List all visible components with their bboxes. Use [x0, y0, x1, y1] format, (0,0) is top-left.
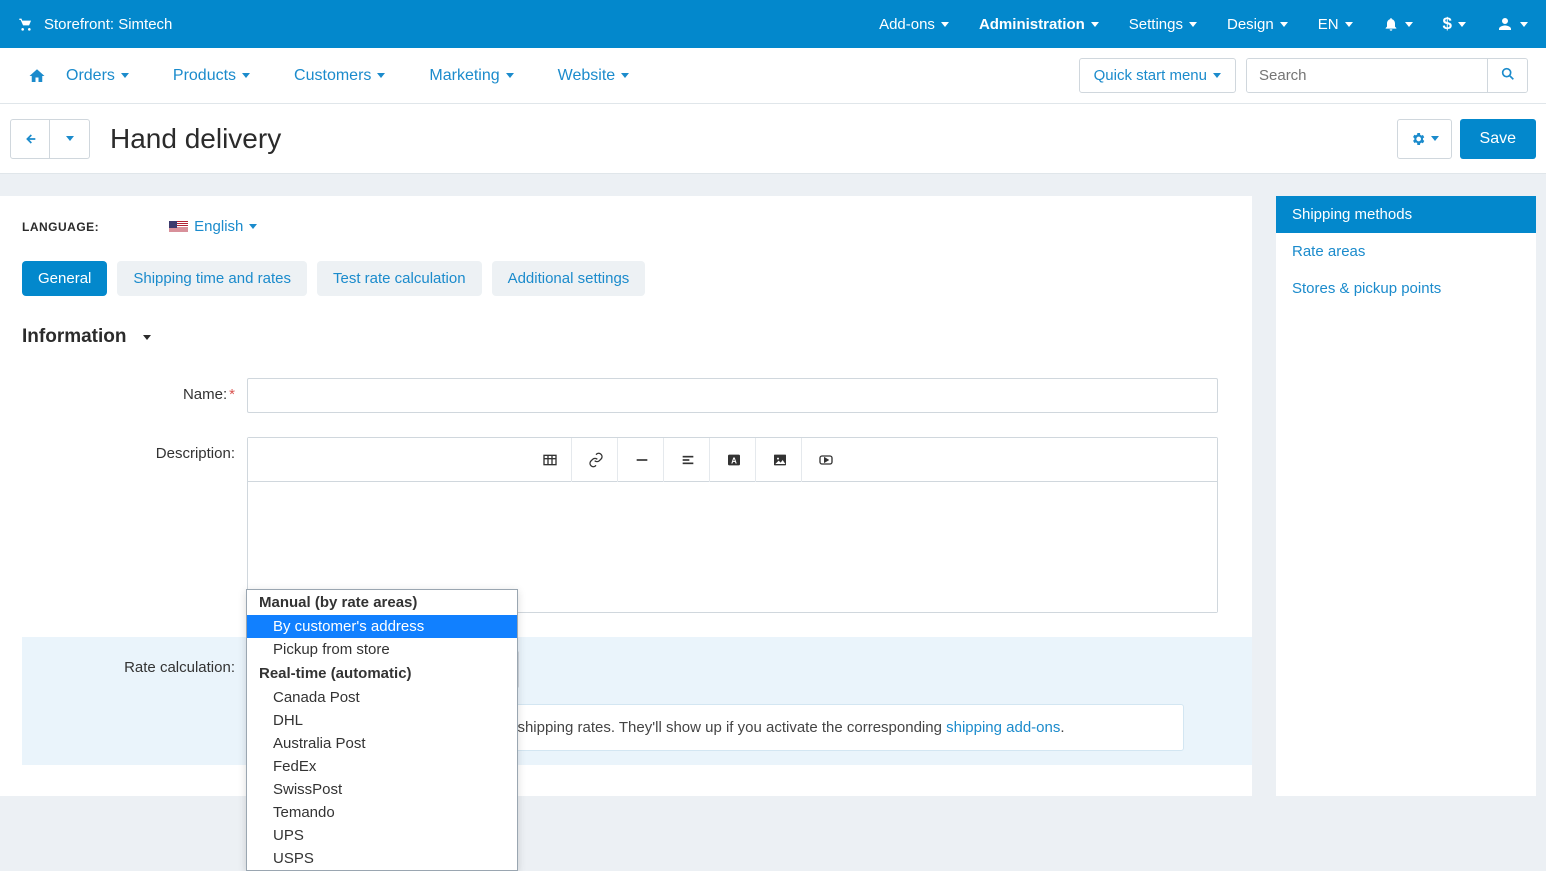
caret-down-icon [1189, 22, 1197, 27]
rate-calc-dropdown: Manual (by rate areas)By customer's addr… [246, 589, 518, 871]
name-input[interactable] [247, 378, 1218, 413]
menu-design[interactable]: Design [1227, 16, 1288, 33]
menu-settings[interactable]: Settings [1129, 16, 1197, 33]
title-bar: Hand delivery Save [0, 104, 1546, 174]
us-flag-icon [169, 221, 188, 233]
dropdown-option[interactable]: DHL [247, 709, 517, 732]
top-bar: Storefront: Simtech Add-ons Administrati… [0, 0, 1546, 48]
dropdown-option[interactable]: Canada Post [247, 686, 517, 709]
cart-icon [18, 16, 34, 32]
dropdown-option[interactable]: UPS [247, 824, 517, 847]
storefront-label[interactable]: Storefront: Simtech [44, 16, 172, 33]
tab-shipping-rates[interactable]: Shipping time and rates [117, 261, 307, 296]
caret-down-icon [66, 136, 74, 141]
sidebar-item[interactable]: Stores & pickup points [1276, 270, 1536, 307]
nav-website[interactable]: Website [548, 67, 640, 85]
align-icon[interactable] [666, 438, 710, 482]
dropdown-option[interactable]: Temando [247, 801, 517, 824]
menu-addons[interactable]: Add-ons [879, 16, 949, 33]
caret-down-icon [377, 73, 385, 78]
content-panel: LANGUAGE: English General Shipping time … [0, 196, 1252, 796]
nav-products[interactable]: Products [163, 67, 260, 85]
caret-down-icon [1091, 22, 1099, 27]
caret-down-icon [621, 73, 629, 78]
caret-down-icon [1213, 73, 1221, 78]
caret-down-icon [1431, 136, 1439, 141]
dropdown-option[interactable]: FedEx [247, 755, 517, 778]
table-icon[interactable] [528, 438, 572, 482]
home-icon [28, 67, 46, 85]
menu-language[interactable]: EN [1318, 16, 1353, 33]
nav-customers[interactable]: Customers [284, 67, 395, 85]
caret-down-icon [1520, 22, 1528, 27]
caret-down-icon [143, 335, 151, 340]
menu-currency[interactable]: $ [1443, 14, 1466, 34]
section-information[interactable]: Information [22, 326, 1252, 348]
menu-notifications[interactable] [1383, 16, 1413, 32]
caret-down-icon [1280, 22, 1288, 27]
page-title: Hand delivery [110, 123, 281, 155]
caret-down-icon [1345, 22, 1353, 27]
nav-orders[interactable]: Orders [56, 67, 139, 85]
bell-icon [1383, 16, 1399, 32]
search-icon [1500, 66, 1516, 82]
description-editor[interactable]: A [247, 437, 1218, 613]
save-button[interactable]: Save [1460, 119, 1536, 159]
menu-user[interactable] [1496, 15, 1528, 33]
editor-toolbar: A [248, 438, 1217, 482]
tab-additional[interactable]: Additional settings [492, 261, 646, 296]
hr-icon[interactable] [620, 438, 664, 482]
font-icon[interactable]: A [712, 438, 756, 482]
search-box [1246, 58, 1528, 93]
dropdown-option[interactable]: USPS [247, 847, 517, 870]
sidebar-item[interactable]: Rate areas [1276, 233, 1536, 270]
tab-test-rate[interactable]: Test rate calculation [317, 261, 482, 296]
gear-button[interactable] [1397, 119, 1452, 159]
language-picker[interactable]: English [169, 218, 257, 235]
shipping-addons-link[interactable]: shipping add-ons [946, 719, 1060, 736]
search-button[interactable] [1487, 59, 1527, 92]
name-label: Name:* [22, 378, 247, 403]
image-icon[interactable] [758, 438, 802, 482]
video-icon[interactable] [804, 438, 848, 482]
dropdown-option[interactable]: Pickup from store [247, 638, 517, 661]
rate-calc-block: Rate calculation: By customer's address … [22, 637, 1252, 765]
dropdown-group: Real-time (automatic) [247, 661, 517, 686]
caret-down-icon [506, 73, 514, 78]
caret-down-icon [941, 22, 949, 27]
back-dropdown-button[interactable] [50, 119, 90, 159]
description-label: Description: [22, 437, 247, 462]
svg-text:A: A [731, 456, 737, 465]
nav-marketing[interactable]: Marketing [419, 67, 523, 85]
tab-general[interactable]: General [22, 261, 107, 296]
right-sidebar: Shipping methodsRate areasStores & picku… [1276, 196, 1536, 796]
caret-down-icon [249, 224, 257, 229]
user-icon [1496, 15, 1514, 33]
sidebar-item[interactable]: Shipping methods [1276, 196, 1536, 233]
caret-down-icon [121, 73, 129, 78]
arrow-left-icon [22, 131, 38, 147]
caret-down-icon [1405, 22, 1413, 27]
dropdown-option[interactable]: Australia Post [247, 732, 517, 755]
menu-administration[interactable]: Administration [979, 16, 1099, 33]
gear-icon [1410, 131, 1426, 147]
language-label: LANGUAGE: [22, 220, 99, 234]
quick-start-button[interactable]: Quick start menu [1079, 58, 1236, 93]
dropdown-group: Manual (by rate areas) [247, 590, 517, 615]
dropdown-option[interactable]: By customer's address [247, 615, 517, 638]
caret-down-icon [242, 73, 250, 78]
nav-bar: Orders Products Customers Marketing Webs… [0, 48, 1546, 104]
caret-down-icon [1458, 22, 1466, 27]
nav-home[interactable] [18, 67, 56, 85]
rate-calc-label: Rate calculation: [22, 651, 247, 676]
search-input[interactable] [1247, 59, 1487, 92]
link-icon[interactable] [574, 438, 618, 482]
back-button[interactable] [10, 119, 50, 159]
